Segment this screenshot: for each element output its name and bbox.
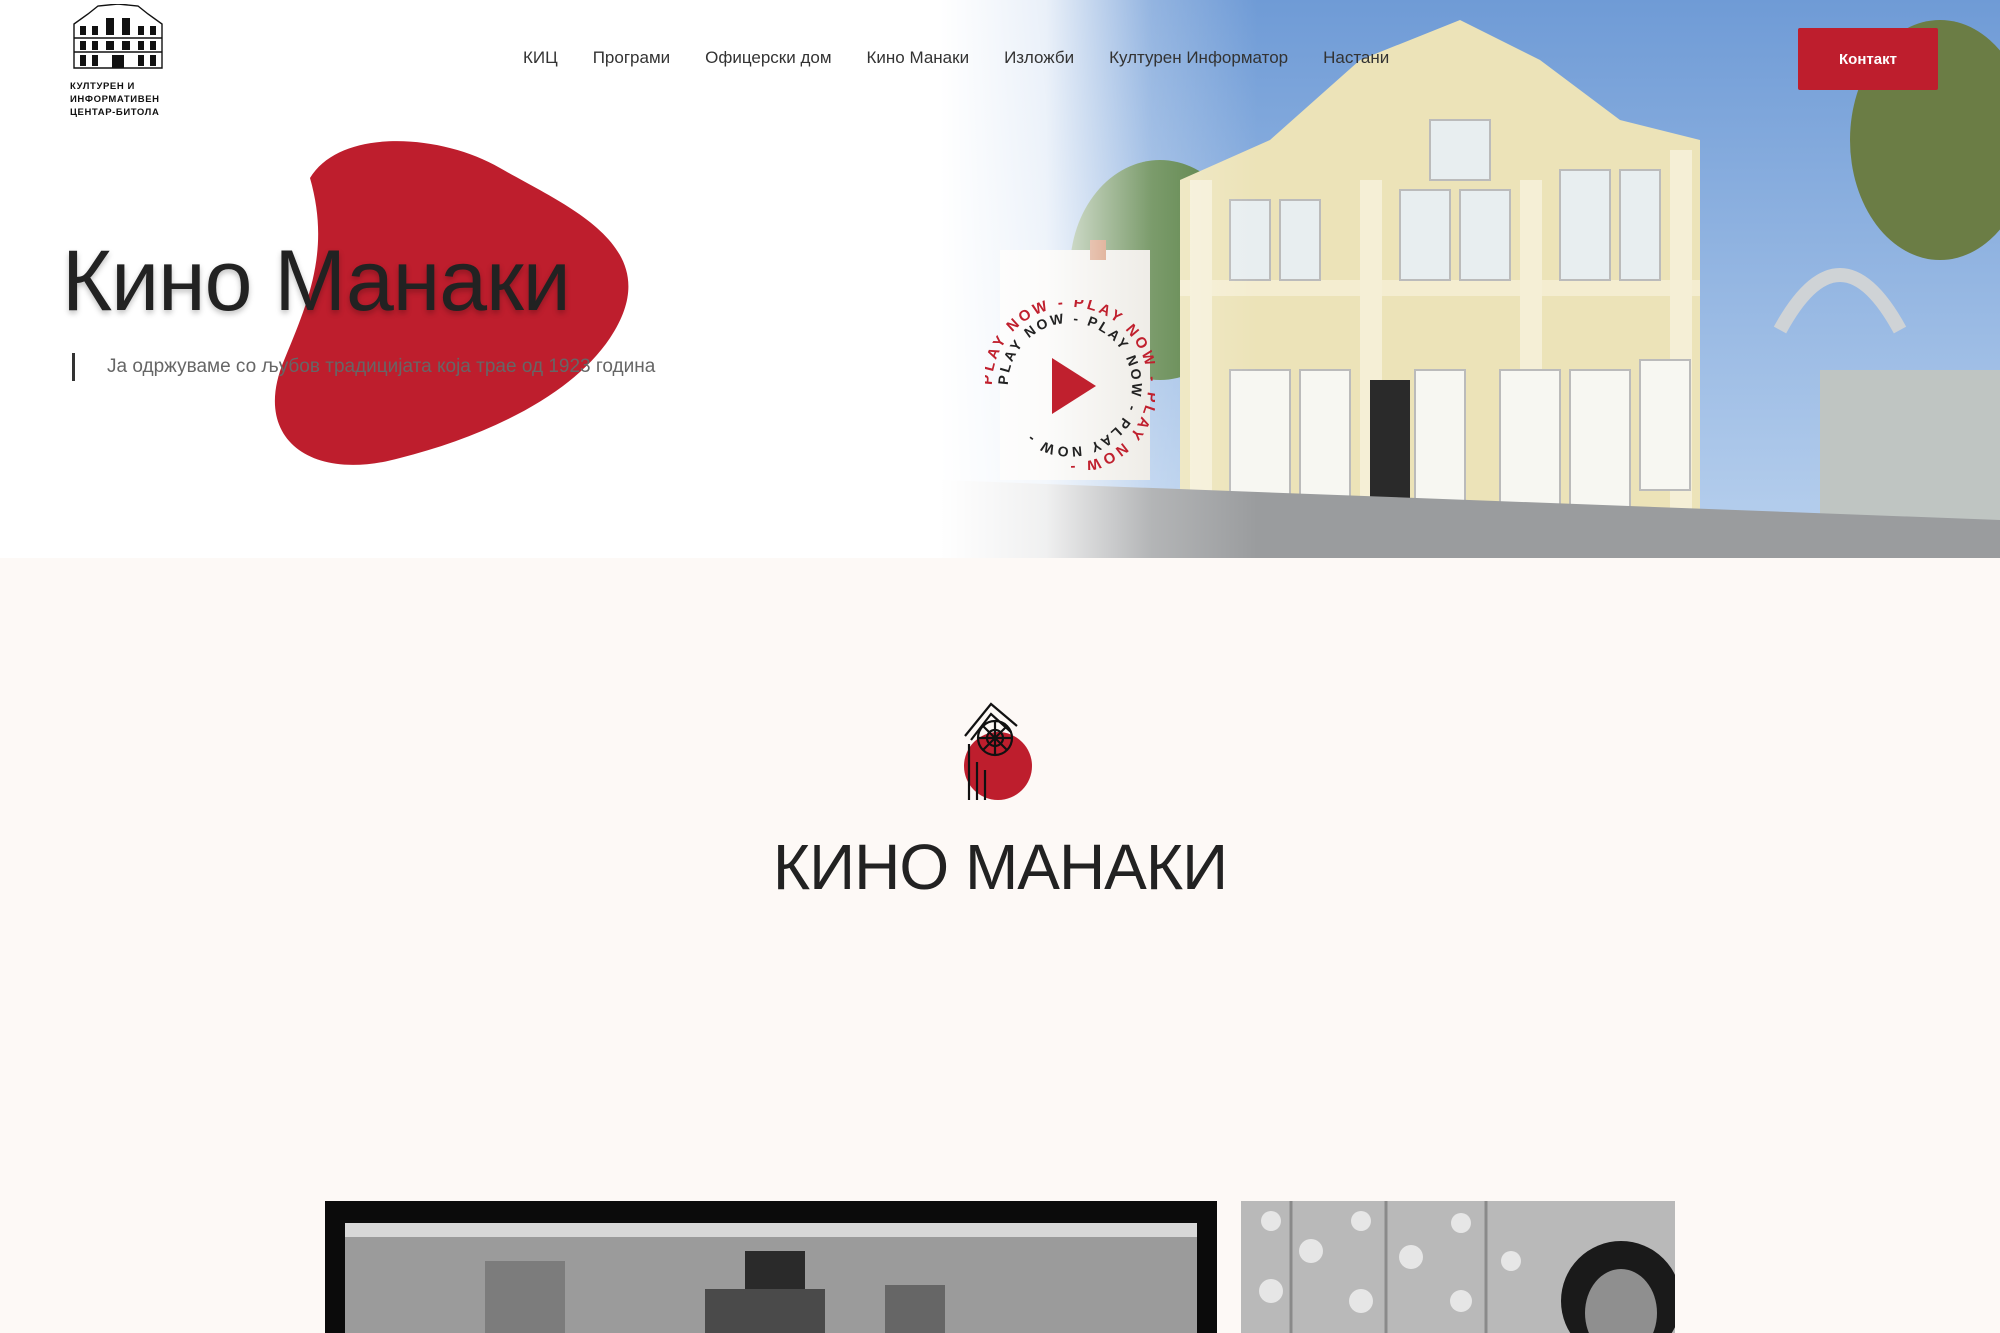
tagline-divider bbox=[72, 353, 75, 381]
cinema-emblem-icon bbox=[955, 700, 1035, 804]
building-logo-icon bbox=[73, 4, 163, 69]
site-logo[interactable]: КУЛТУРЕН И ИНФОРМАТИВЕН ЦЕНТАР-БИТОЛА bbox=[68, 4, 170, 119]
logo-line-2: ИНФОРМАТИВЕН bbox=[70, 94, 160, 105]
logo-text: КУЛТУРЕН И ИНФОРМАТИВЕН ЦЕНТАР-БИТОЛА bbox=[70, 80, 170, 119]
gallery-image-2[interactable] bbox=[1241, 1201, 1675, 1333]
nav-item-cinema-manaki[interactable]: Кино Манаки bbox=[867, 48, 970, 68]
hero-section: Кино Манаки Ја одржуваме со љубов традиц… bbox=[0, 0, 2000, 558]
main-navigation: КИЦ Програми Офицерски дом Кино Манаки И… bbox=[523, 48, 1424, 68]
logo-line-1: КУЛТУРЕН И bbox=[70, 81, 135, 92]
section-title: КИНО МАНАКИ bbox=[772, 831, 1228, 903]
nav-item-programs[interactable]: Програми bbox=[593, 48, 670, 68]
nav-item-events[interactable]: Настани bbox=[1323, 48, 1389, 68]
gallery-image-1[interactable] bbox=[325, 1201, 1217, 1333]
nav-item-kic[interactable]: КИЦ bbox=[523, 48, 558, 68]
hero-subtitle: Ја одржуваме со љубов традицијата која т… bbox=[107, 356, 656, 377]
play-now-button[interactable]: PLAY NOW - PLAY NOW - PLAY NOW - PLAY NO… bbox=[985, 300, 1155, 470]
logo-line-3: ЦЕНТАР-БИТОЛА bbox=[70, 107, 160, 118]
nav-item-cultural-informer[interactable]: Културен Информатор bbox=[1109, 48, 1288, 68]
nav-item-officers-home[interactable]: Офицерски дом bbox=[705, 48, 831, 68]
play-icon bbox=[1052, 358, 1096, 414]
hero-title: Кино Манаки bbox=[62, 233, 571, 329]
contact-button[interactable]: Контакт bbox=[1798, 28, 1938, 90]
nav-item-exhibitions[interactable]: Изложби bbox=[1004, 48, 1074, 68]
